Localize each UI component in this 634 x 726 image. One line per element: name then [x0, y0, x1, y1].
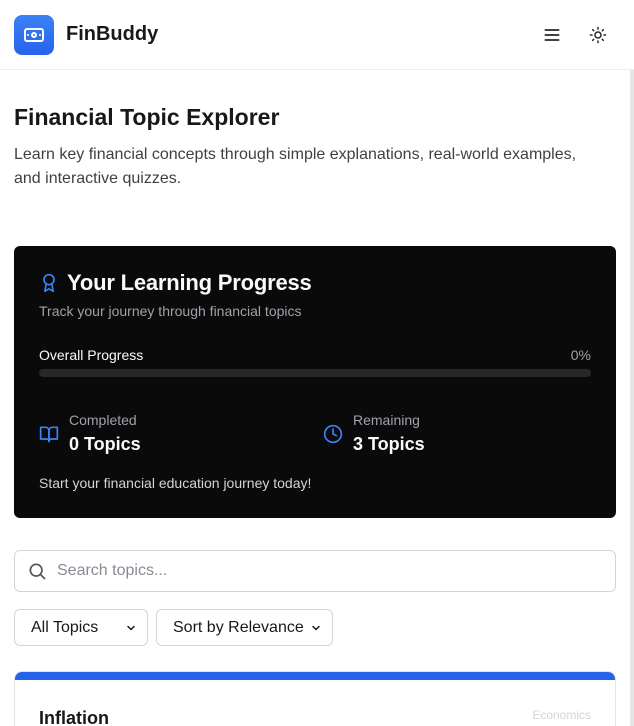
- topic-name: Inflation: [39, 708, 109, 726]
- topic-card[interactable]: Inflation Economics: [14, 671, 616, 726]
- completed-stat-text: Completed 0 Topics: [69, 411, 141, 456]
- app-logo[interactable]: [14, 14, 54, 55]
- banknote-icon: [24, 27, 44, 42]
- menu-icon: [544, 28, 560, 41]
- clock-icon: [323, 424, 343, 443]
- menu-button[interactable]: [540, 23, 564, 47]
- progress-title: Your Learning Progress: [67, 270, 312, 295]
- award-icon: [43, 273, 55, 293]
- progress-title-row: Your Learning Progress: [39, 270, 312, 296]
- search-box[interactable]: [14, 550, 616, 592]
- completed-value: 0 Topics: [69, 434, 141, 454]
- page-description: Learn key financial concepts through sim…: [14, 146, 577, 187]
- sort-select-value: Sort by Relevance: [173, 618, 304, 636]
- remaining-stat: Remaining 3 Topics: [323, 411, 425, 456]
- theme-toggle-button[interactable]: [586, 23, 610, 47]
- category-select-value: All Topics: [31, 618, 99, 636]
- remaining-label: Remaining: [353, 412, 420, 428]
- learning-progress-card: Your Learning Progress Track your journe…: [14, 246, 616, 518]
- category-select[interactable]: All Topics: [14, 609, 148, 646]
- book-open-icon: [39, 426, 59, 442]
- completed-label: Completed: [69, 412, 137, 428]
- chevron-down-icon: [127, 625, 135, 630]
- progress-footer-message: Start your financial education journey t…: [39, 475, 312, 491]
- search-input[interactable]: [57, 562, 597, 580]
- scrollbar[interactable]: [630, 70, 634, 726]
- progress-subtitle: Track your journey through financial top…: [39, 303, 302, 319]
- overall-progress-value: 0%: [570, 347, 591, 363]
- header-actions: [540, 23, 620, 47]
- remaining-value: 3 Topics: [353, 434, 425, 454]
- completed-stat: Completed 0 Topics: [39, 411, 141, 456]
- app-name[interactable]: FinBuddy: [66, 23, 158, 46]
- sort-select[interactable]: Sort by Relevance: [156, 609, 333, 646]
- sun-icon: [589, 26, 607, 43]
- topic-card-accent: [15, 672, 615, 680]
- overall-progress-label: Overall Progress: [39, 347, 144, 363]
- page-title: Financial Topic Explorer: [14, 104, 280, 130]
- chevron-down-icon: [312, 625, 320, 630]
- topic-category-badge: Economics: [532, 708, 591, 722]
- remaining-stat-text: Remaining 3 Topics: [353, 411, 425, 456]
- overall-progress-bar: [39, 369, 591, 377]
- search-icon: [29, 563, 46, 580]
- app-header: FinBuddy: [0, 0, 634, 70]
